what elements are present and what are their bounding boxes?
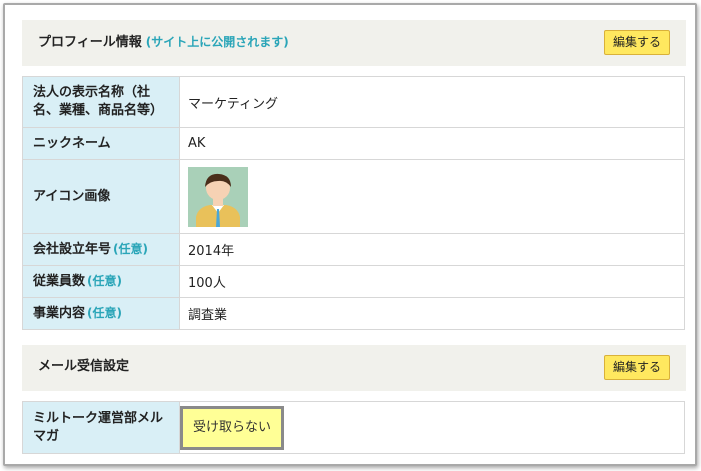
newsletter-value-cell: 受け取らない — [179, 401, 685, 454]
optional-tag: (任意) — [87, 274, 122, 288]
profile-table: 法人の表示名称（社名、業種、商品名等） マーケティング ニックネーム AK アイ… — [22, 76, 685, 330]
row-label-text: 事業内容 — [33, 306, 86, 321]
row-label-newsletter: ミルトーク運営部メルマガ — [22, 401, 180, 454]
icon-image-cell — [179, 159, 685, 234]
row-label-text: ミルトーク運営部メルマガ — [33, 410, 164, 444]
founded-year-value: 2014年 — [179, 233, 685, 266]
profile-section-title: プロフィール情報 (サイト上に公開されます) — [38, 20, 289, 66]
row-label-nickname: ニックネーム — [22, 127, 180, 160]
mail-edit-button[interactable]: 編集する — [603, 355, 670, 380]
mail-table: ミルトーク運営部メルマガ 受け取らない — [22, 401, 685, 454]
row-label-text: ニックネーム — [33, 135, 111, 151]
row-label-text: 法人の表示名称（社名、業種、商品名等） — [33, 85, 164, 118]
table-row: 法人の表示名称（社名、業種、商品名等） マーケティング — [22, 76, 685, 128]
row-label-icon-image: アイコン画像 — [22, 159, 180, 234]
newsletter-toggle[interactable]: 受け取らない — [180, 405, 284, 450]
nickname-value: AK — [179, 127, 685, 160]
company-name-value: マーケティング — [179, 76, 685, 128]
optional-tag: (任意) — [113, 242, 148, 256]
profile-edit-button[interactable]: 編集する — [603, 30, 670, 55]
row-label-founded-year: 会社設立年号 (任意) — [22, 233, 180, 266]
table-row: 事業内容 (任意) 調査業 — [22, 297, 685, 330]
row-label-text: 会社設立年号 — [33, 242, 112, 257]
row-label-company-name: 法人の表示名称（社名、業種、商品名等） — [22, 76, 180, 128]
row-label-business: 事業内容 (任意) — [22, 297, 180, 330]
row-label-employees: 従業員数 (任意) — [22, 265, 180, 298]
table-row: 会社設立年号 (任意) 2014年 — [22, 233, 685, 266]
mail-section-header: メール受信設定 編集する — [22, 345, 686, 391]
person-avatar-icon — [188, 166, 248, 227]
row-label-text: アイコン画像 — [33, 188, 111, 204]
business-value: 調査業 — [179, 297, 685, 330]
profile-section-header: プロフィール情報 (サイト上に公開されます) 編集する — [22, 20, 686, 66]
table-row: ミルトーク運営部メルマガ 受け取らない — [22, 401, 685, 454]
mail-section-title: メール受信設定 — [38, 359, 130, 374]
settings-panel: プロフィール情報 (サイト上に公開されます) 編集する 法人の表示名称（社名、業種… — [3, 3, 697, 466]
profile-title: プロフィール情報 — [38, 35, 142, 50]
optional-tag: (任意) — [87, 306, 122, 320]
table-row: ニックネーム AK — [22, 127, 685, 160]
table-row: 従業員数 (任意) 100人 — [22, 265, 685, 298]
table-row: アイコン画像 — [22, 159, 685, 234]
employees-value: 100人 — [179, 265, 685, 298]
profile-public-note: (サイト上に公開されます) — [145, 35, 289, 49]
row-label-text: 従業員数 — [33, 274, 86, 289]
